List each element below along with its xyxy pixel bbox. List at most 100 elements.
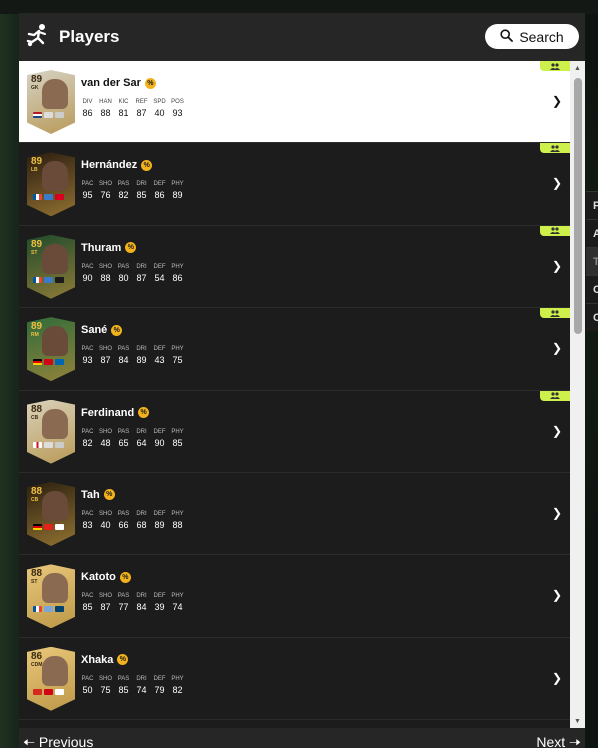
stat-column: PAC 93: [81, 346, 94, 365]
stat-value: 48: [100, 437, 111, 448]
stat-value: 89: [136, 355, 147, 366]
player-name: Tah: [81, 488, 100, 501]
arrow-right-icon: 🠢: [565, 734, 581, 748]
stat-label: DRI: [136, 181, 147, 188]
stat-column: DEF 89: [153, 511, 166, 530]
stat-column: POS 93: [171, 99, 184, 118]
side-menu-item[interactable]: P: [586, 191, 598, 219]
player-stats: PAC 93 SHO 87 PAS 84 DRI 89 DEF 43 PHY 75: [81, 346, 184, 365]
stat-column: SHO 87: [99, 593, 112, 612]
player-stats: PAC 90 SHO 88 PAS 80 DRI 87 DEF 54 PHY 86: [81, 264, 184, 283]
player-row[interactable]: 88 ST Katoto% PAC 85 SHO 87 PAS 77 DRI 84 DEF 39 P…: [19, 555, 570, 638]
stat-value: 83: [82, 519, 93, 530]
chemistry-icon: %: [144, 77, 156, 89]
chevron-right-icon: ❯: [551, 94, 562, 108]
stat-value: 86: [172, 272, 183, 283]
stat-label: PAC: [81, 263, 94, 270]
stat-value: 74: [136, 684, 147, 695]
scroll-down-icon[interactable]: ▼: [570, 714, 585, 728]
stat-column: PAC 82: [81, 429, 94, 448]
stat-value: 65: [118, 437, 129, 448]
side-menu-item[interactable]: C: [586, 303, 598, 331]
player-name: Thuram: [81, 241, 122, 254]
next-button[interactable]: Next 🠢: [536, 732, 581, 748]
stat-column: PAC 85: [81, 593, 94, 612]
stat-value: 40: [154, 108, 165, 118]
stat-label: DRI: [136, 675, 147, 682]
stat-label: PAC: [81, 428, 94, 435]
player-stats: PAC 82 SHO 48 PAS 65 DRI 64 DEF 90 PHY 85: [81, 429, 184, 448]
player-row[interactable]: 89 LB Hernández% PAC 95 SHO 76 PAS 82 DRI 85 DEF…: [19, 143, 570, 226]
player-stats: PAC 95 SHO 76 PAS 82 DRI 85 DEF 86 PHY 89: [81, 181, 184, 200]
player-name: Katoto: [81, 571, 116, 584]
background-pitch: [0, 0, 20, 748]
search-button-label: Search: [519, 28, 564, 45]
search-button[interactable]: Search: [485, 24, 579, 49]
stat-label: PHY: [171, 263, 184, 270]
player-row[interactable]: 88 CB Ferdinand% PAC 82 SHO 48 PAS 65 DRI 64 DEF…: [19, 390, 570, 473]
card-position: CB: [31, 414, 39, 421]
player-portrait: [42, 326, 68, 357]
player-row[interactable]: 89 RM Sané% PAC 93 SHO 87 PAS 84 DRI 89 DEF 43 PHY…: [19, 308, 570, 391]
stat-label: PHY: [171, 428, 184, 435]
side-menu-item[interactable]: C: [586, 275, 598, 303]
previous-button[interactable]: 🠠 Previous: [23, 732, 93, 748]
stat-column: PAC 83: [81, 511, 94, 530]
player-row[interactable]: 88 CB Tah% PAC 83 SHO 40 PAS 66 DRI 68 DEF 89 PHY 8…: [19, 472, 570, 556]
stat-value: 88: [100, 272, 111, 283]
scroll-up-icon[interactable]: ▲: [570, 61, 585, 75]
stat-column: DIV 86: [81, 99, 94, 118]
player-list: 89 GK van der Sar% DIV 86 HAN 88 KIC 81 REF 87 S…: [19, 61, 570, 728]
stat-label: SHO: [99, 593, 113, 600]
top-strip: [0, 0, 598, 14]
stat-column: PHY 88: [171, 511, 184, 530]
card-flags: [33, 441, 64, 448]
stat-value: 68: [136, 519, 147, 530]
stat-column: DEF 43: [153, 346, 166, 365]
card-position: CDM: [31, 661, 43, 668]
stat-column: PHY 75: [171, 346, 184, 365]
stat-column: SHO 48: [99, 429, 112, 448]
stat-column: PHY 85: [171, 429, 184, 448]
stat-value: 85: [118, 684, 129, 695]
player-row[interactable]: 86 CDM Xhaka% PAC 50 SHO 75 PAS 85 DRI 74 DEF 79 P…: [19, 637, 570, 721]
stat-label: SHO: [99, 263, 113, 270]
chevron-right-icon: ❯: [551, 341, 562, 356]
card-rating: 89: [31, 156, 43, 168]
list-scrollbar[interactable]: ▲ ▼: [570, 61, 585, 728]
chemistry-icon: %: [125, 242, 137, 254]
previous-label: Previous: [38, 734, 94, 748]
player-stats: PAC 50 SHO 75 PAS 85 DRI 74 DEF 79 PHY 82: [81, 676, 184, 695]
scrollbar-thumb[interactable]: [574, 78, 582, 334]
stat-column: DRI 89: [135, 346, 148, 365]
arrow-left-icon: 🠠: [23, 734, 39, 748]
player-stats: PAC 85 SHO 87 PAS 77 DRI 84 DEF 39 PHY 74: [81, 593, 184, 612]
card-position: LB: [31, 167, 38, 174]
stat-column: PHY 89: [171, 181, 184, 200]
side-menu-item[interactable]: T: [586, 247, 598, 275]
stat-column: PAS 84: [117, 346, 130, 365]
stat-label: PAC: [81, 346, 94, 353]
chemistry-icon: %: [138, 407, 150, 419]
group-icon: [540, 390, 570, 401]
player-row[interactable]: 89 ST Thuram% PAC 90 SHO 88 PAS 80 DRI 87 DEF 54 P…: [19, 225, 570, 309]
player-card: 86 CDM: [27, 646, 75, 711]
stat-value: 87: [100, 602, 111, 613]
player-row[interactable]: 89 GK van der Sar% DIV 86 HAN 88 KIC 81 REF 87 S…: [19, 61, 570, 144]
stat-label: SHO: [99, 346, 113, 353]
stat-value: 64: [136, 437, 147, 448]
stat-column: DRI 74: [135, 676, 148, 695]
stat-label: DEF: [153, 181, 166, 188]
stat-label: DEF: [153, 510, 166, 517]
stat-label: PHY: [171, 346, 184, 353]
chemistry-icon: %: [141, 159, 153, 171]
stat-label: PAS: [117, 263, 130, 270]
stat-label: PHY: [171, 593, 184, 600]
stat-label: SHO: [99, 181, 113, 188]
stat-column: REF 87: [135, 99, 148, 118]
stat-column: DEF 86: [153, 181, 166, 200]
stat-label: DIV: [82, 99, 93, 105]
side-menu-item[interactable]: A: [586, 219, 598, 247]
stat-label: SHO: [99, 510, 113, 517]
stat-value: 90: [82, 272, 93, 283]
